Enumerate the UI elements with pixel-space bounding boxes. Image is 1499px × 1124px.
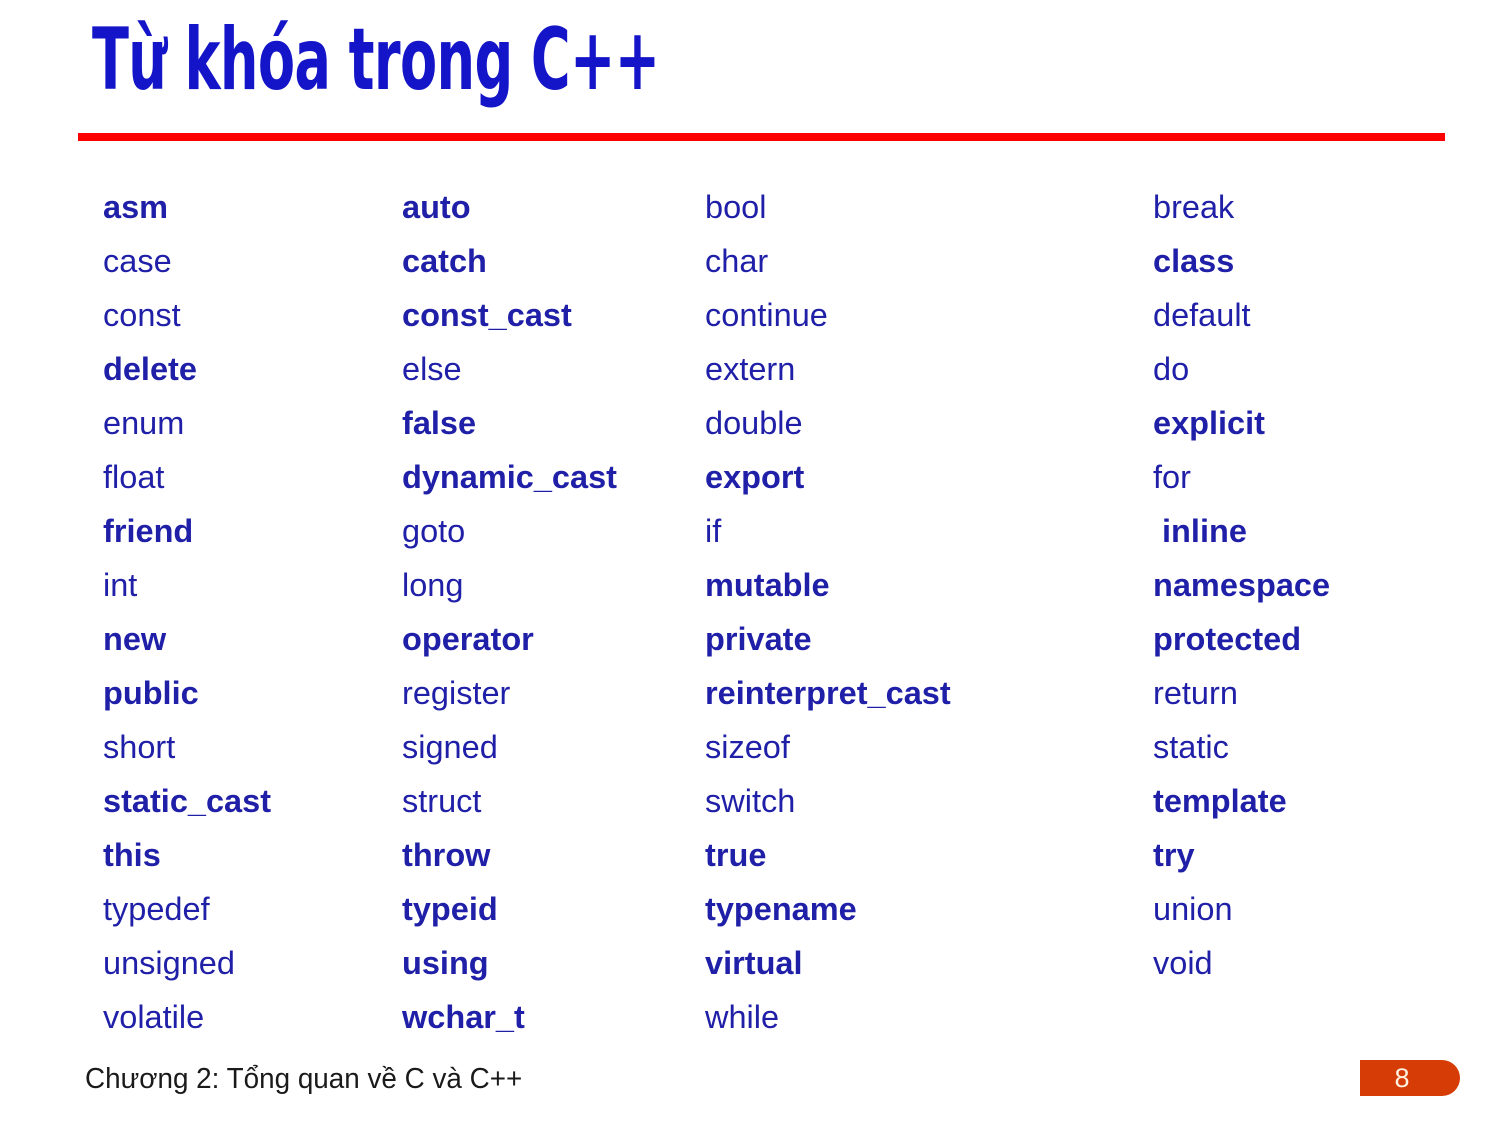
- title-underline-rule: [78, 133, 1445, 141]
- keyword-reinterpret_cast: reinterpret_cast: [705, 675, 951, 711]
- keyword-empty: [1153, 994, 1483, 1048]
- keyword-break: break: [1153, 189, 1235, 225]
- keyword-if: if: [705, 513, 722, 549]
- keyword-new: new: [103, 621, 167, 657]
- keyword-column-3: break class default do explicit for inline nam…: [1153, 184, 1483, 1048]
- keyword-register: register: [402, 675, 511, 711]
- keyword-wchar_t: wchar_t: [402, 999, 525, 1035]
- keyword-return: return: [1153, 675, 1238, 711]
- keyword-do: do: [1153, 351, 1190, 387]
- keyword-try: try: [1153, 837, 1195, 873]
- keyword-true: true: [705, 837, 767, 873]
- keyword-inline: inline: [1153, 513, 1247, 549]
- keyword-explicit: explicit: [1153, 405, 1265, 441]
- keyword-static_cast: static_cast: [103, 783, 272, 819]
- keyword-struct: struct: [402, 783, 482, 819]
- keyword-export: export: [705, 459, 805, 495]
- keyword-for: for: [1153, 459, 1191, 495]
- keyword-operator: operator: [402, 621, 534, 657]
- keyword-float: float: [103, 459, 165, 495]
- keyword-int: int: [103, 567, 138, 603]
- keyword-void: void: [1153, 945, 1213, 981]
- keyword-asm: asm: [103, 189, 169, 225]
- keyword-grid: asm case const delete enum float friend int new p…: [0, 184, 1499, 1044]
- keyword-typename: typename: [705, 891, 857, 927]
- keyword-double: double: [705, 405, 803, 441]
- keyword-goto: goto: [402, 513, 466, 549]
- keyword-while: while: [705, 999, 780, 1035]
- keyword-typedef: typedef: [103, 891, 210, 927]
- keyword-delete: delete: [103, 351, 197, 387]
- keyword-catch: catch: [402, 243, 487, 279]
- keyword-unsigned: unsigned: [103, 945, 235, 981]
- keyword-throw: throw: [402, 837, 491, 873]
- keyword-typeid: typeid: [402, 891, 498, 927]
- keyword-column-1: auto catch const_castelse false dynamic_cast…: [402, 184, 702, 1048]
- keyword-long: long: [402, 567, 464, 603]
- keyword-volatile: volatile: [103, 999, 205, 1035]
- keyword-auto: auto: [402, 189, 471, 225]
- keyword-using: using: [402, 945, 489, 981]
- keyword-public: public: [103, 675, 199, 711]
- keyword-static: static: [1153, 729, 1229, 765]
- keyword-union: union: [1153, 891, 1233, 927]
- keyword-column-0: asm case const delete enum float friend int new p…: [103, 184, 393, 1048]
- keyword-char: char: [705, 243, 769, 279]
- page-title: Từ khóa trong C++: [92, 10, 660, 110]
- keyword-short: short: [103, 729, 176, 765]
- page-number-badge: 8: [1360, 1060, 1460, 1096]
- keyword-case: case: [103, 243, 172, 279]
- keyword-const: const: [103, 297, 181, 333]
- keyword-signed: signed: [402, 729, 498, 765]
- keyword-bool: bool: [705, 189, 767, 225]
- keyword-virtual: virtual: [705, 945, 803, 981]
- keyword-column-2: bool char continue extern double export if muta…: [705, 184, 1145, 1048]
- keyword-template: template: [1153, 783, 1287, 819]
- keyword-dynamic_cast: dynamic_cast: [402, 459, 617, 495]
- page-number-value: 8: [1394, 1063, 1410, 1093]
- keyword-protected: protected: [1153, 621, 1302, 657]
- keyword-const_cast: const_cast: [402, 297, 572, 333]
- keyword-extern: extern: [705, 351, 796, 387]
- keyword-private: private: [705, 621, 812, 657]
- keyword-mutable: mutable: [705, 567, 830, 603]
- keyword-sizeof: sizeof: [705, 729, 790, 765]
- keyword-friend: friend: [103, 513, 194, 549]
- keyword-else: else: [402, 351, 462, 387]
- keyword-this: this: [103, 837, 161, 873]
- keyword-default: default: [1153, 297, 1251, 333]
- keyword-enum: enum: [103, 405, 185, 441]
- footer-chapter-label: Chương 2: Tổng quan về C và C++: [85, 1063, 523, 1095]
- keyword-false: false: [402, 405, 477, 441]
- keyword-namespace: namespace: [1153, 567, 1331, 603]
- keyword-continue: continue: [705, 297, 828, 333]
- keyword-class: class: [1153, 243, 1235, 279]
- keyword-switch: switch: [705, 783, 796, 819]
